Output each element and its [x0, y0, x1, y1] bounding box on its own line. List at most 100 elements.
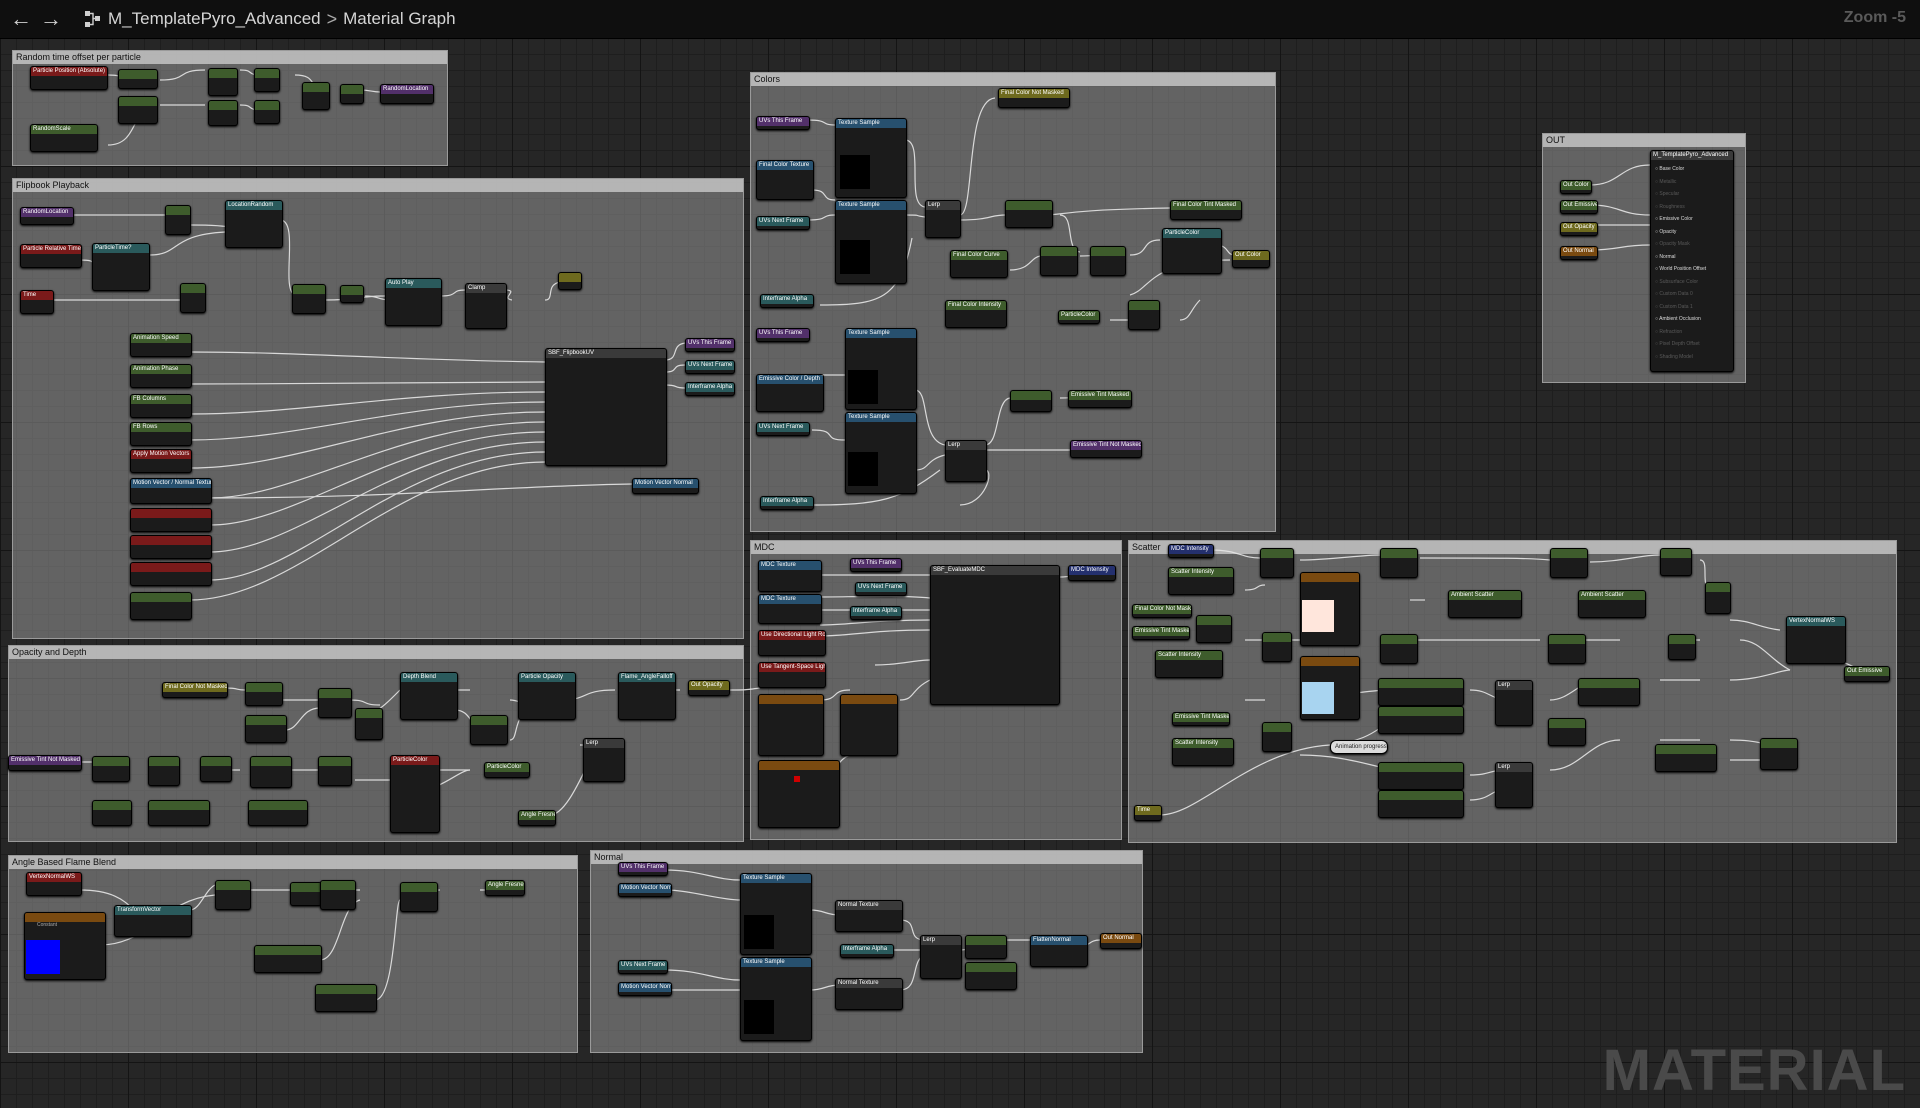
node-depth-param-c[interactable] [248, 800, 308, 826]
node-frac-flip[interactable] [340, 285, 364, 303]
node-random-location-get[interactable]: RandomLocation [20, 207, 74, 225]
node-columns[interactable]: FB Columns [130, 394, 192, 418]
node-mdc-light-vector[interactable] [758, 694, 824, 756]
node-motion-switch-b[interactable] [130, 535, 212, 559]
node-ambient-scatter-b[interactable]: Ambient Scatter [1578, 590, 1646, 618]
node-normal-uv-this[interactable]: UVs This Frame [618, 862, 668, 876]
output-pin[interactable]: ○ Roughness [1655, 201, 1733, 214]
node-normal-sf-b[interactable]: Normal Texture [835, 978, 903, 1010]
node-particle-time[interactable]: ParticleTime? [92, 243, 150, 291]
node-frac-out[interactable] [558, 272, 582, 290]
node-final-color-intensity[interactable]: Final Color Intensity [945, 300, 1007, 328]
node-colors-uv-next[interactable]: UVs Next Frame [756, 216, 810, 230]
node-scatter-multi-e[interactable] [1378, 790, 1464, 818]
node-normal-normalize[interactable] [965, 935, 1007, 959]
node-random-scale[interactable]: RandomScale [30, 124, 98, 152]
node-scatter-multi-b[interactable] [1378, 706, 1464, 734]
node-particle-color-set[interactable]: ParticleColor [484, 762, 530, 778]
node-frac-c[interactable] [340, 84, 364, 104]
node-mdc-interframe[interactable]: Interframe Alpha [850, 606, 902, 620]
node-angle-fresnel[interactable]: Angle Fresnel [518, 810, 556, 826]
node-emissive-color-depth[interactable]: Emissive Color / Depth Texture [756, 374, 824, 412]
output-pin[interactable]: ○ Opacity [1655, 226, 1733, 239]
node-out-emissive-s[interactable]: Out Emissive [1844, 666, 1890, 682]
node-mdc-uv-this[interactable]: UVs This Frame [850, 558, 902, 572]
node-out-opacity[interactable]: Out Opacity [1560, 222, 1598, 236]
node-abs-angle[interactable] [290, 882, 322, 906]
output-pin[interactable]: ○ Metallic [1655, 176, 1733, 189]
node-out-opacity-set[interactable]: Out Opacity [688, 680, 730, 696]
node-depth-param-b[interactable] [148, 800, 210, 826]
node-frac-a[interactable] [254, 68, 280, 92]
node-normal-param[interactable] [965, 962, 1017, 990]
node-scatter-lerp-a[interactable]: Lerp [1495, 680, 1533, 726]
node-emissive-tint-masked-s[interactable]: Emissive Tint Masked [1132, 626, 1190, 640]
node-multiply-colors-b[interactable] [1128, 300, 1160, 330]
node-scatter-add-b[interactable] [1705, 582, 1731, 614]
node-scatter-mask-a[interactable] [1196, 615, 1232, 643]
node-normal-mv-b[interactable]: Motion Vector Normal [618, 982, 672, 996]
output-pin[interactable]: ○ Shading Model [1655, 351, 1733, 364]
node-colors-interframe-b[interactable]: Interframe Alpha [760, 496, 814, 510]
node-scatter-multi-f[interactable] [1655, 744, 1717, 772]
node-scatter-multiply-b[interactable] [1550, 548, 1588, 578]
node-scatter-power-c[interactable] [1262, 722, 1292, 752]
node-lerp-emissive[interactable]: Lerp [945, 440, 987, 482]
node-scatter-multiply-a[interactable] [1380, 548, 1418, 578]
output-pin[interactable]: ○ Ambient Occlusion [1655, 313, 1733, 326]
output-pin[interactable]: ○ Specular [1655, 188, 1733, 201]
node-mdc-tangent-vector[interactable] [758, 760, 840, 828]
node-location-random[interactable]: LocationRandom [225, 200, 283, 248]
node-vertex-normal-s[interactable]: VertexNormalWS [1786, 616, 1846, 664]
node-mdc-texture-b[interactable]: MDC Texture [758, 594, 822, 624]
node-opacity-param[interactable] [245, 715, 287, 743]
node-scatter-power-b[interactable] [1262, 632, 1292, 662]
node-lerp-opacity[interactable]: Lerp [583, 738, 625, 782]
node-multiply-depth-b[interactable] [148, 756, 180, 786]
node-out-color-colors[interactable]: Out Color [1232, 250, 1270, 268]
node-scatter-add-a[interactable] [1660, 548, 1692, 576]
node-normal-sf-a[interactable]: Normal Texture [835, 900, 903, 932]
node-normal-uv-next[interactable]: UVs Next Frame [618, 960, 668, 974]
node-motion-vector-normal[interactable]: Motion Vector Normal [632, 478, 699, 494]
node-motion-vector-texture[interactable]: Motion Vector / Normal Texture [130, 478, 212, 504]
node-animation-speed[interactable]: Animation Speed [130, 333, 192, 357]
node-mdc-light-vector-b[interactable] [840, 694, 898, 756]
node-particle-position[interactable]: Particle Position (Absolute) [30, 66, 108, 90]
node-mdc-intensity-out[interactable]: MDC Intensity [1068, 565, 1116, 581]
node-mask-depth[interactable] [92, 756, 130, 782]
node-use-directional-light[interactable]: Use Directional Light Rotation [758, 630, 826, 656]
node-depth-blend[interactable]: Depth Blend [400, 672, 458, 720]
node-scatter-multiply-c[interactable] [1380, 634, 1418, 664]
node-mul-a[interactable] [302, 82, 330, 110]
node-final-color-texture[interactable]: Final Color Texture [756, 160, 814, 200]
output-pin[interactable]: ○ Opacity Mask [1655, 238, 1733, 251]
node-time-scatter[interactable]: Time [1134, 805, 1162, 821]
node-out-normal[interactable]: Out Normal [1560, 246, 1598, 260]
node-particle-color-opacity[interactable]: ParticleColor [390, 755, 440, 833]
output-pin[interactable]: ○ Pixel Depth Offset [1655, 338, 1733, 351]
output-pin[interactable]: ○ Base Color [1655, 163, 1733, 176]
node-add-flip[interactable] [165, 205, 191, 235]
node-multiply-opacity[interactable] [355, 708, 383, 740]
node-depth-fade[interactable] [250, 756, 292, 788]
node-scatter-multiply-e[interactable] [1548, 718, 1586, 746]
node-power-colors[interactable] [1040, 246, 1078, 276]
node-particle-color-switch[interactable]: ParticleColor [1162, 228, 1222, 274]
node-motion-switch-a[interactable] [130, 508, 212, 532]
node-rows[interactable]: FB Rows [130, 422, 192, 446]
node-animation-progress[interactable]: Animation progress [1330, 740, 1388, 754]
node-random-location[interactable]: RandomLocation [380, 84, 434, 104]
node-mdc-texture[interactable]: MDC Texture [758, 560, 822, 592]
node-apply-motion-vectors[interactable]: Apply Motion Vectors [130, 449, 192, 473]
node-lerp-colors[interactable]: Lerp [925, 200, 961, 238]
node-scatter-param-a[interactable]: Scatter Intensity [1155, 650, 1223, 678]
output-pin[interactable]: ○ Custom Data 1 [1655, 301, 1733, 314]
node-scatter-multi-a[interactable] [1378, 678, 1464, 706]
output-pin[interactable]: ○ Normal [1655, 251, 1733, 264]
node-out-color[interactable]: Out Color [1560, 180, 1592, 194]
node-mask-colors[interactable] [1005, 200, 1053, 228]
node-depth-param-a[interactable] [92, 800, 132, 826]
node-multiply-depth[interactable] [470, 715, 508, 745]
node-mask-b[interactable] [118, 96, 158, 124]
